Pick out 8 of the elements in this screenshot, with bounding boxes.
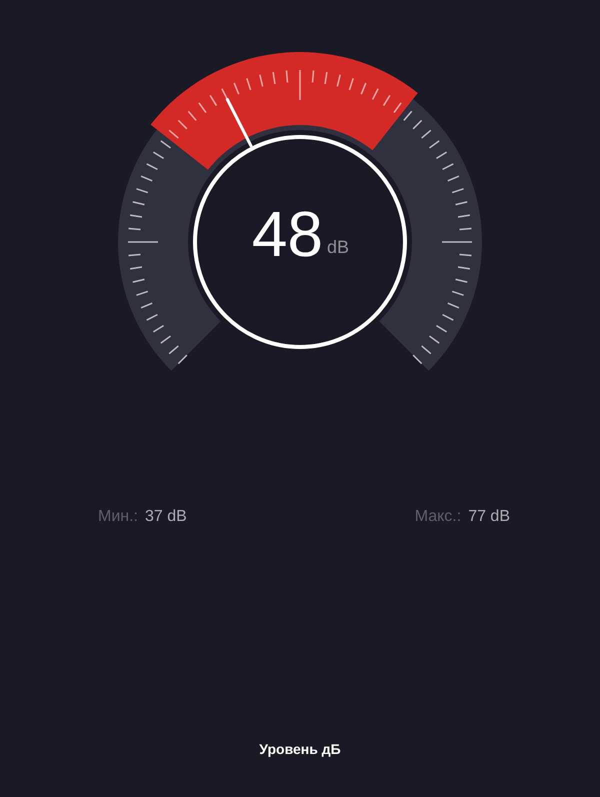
needle	[226, 98, 252, 148]
stat-label: Мин.:	[98, 508, 138, 526]
stat-label: Макс.:	[414, 508, 462, 526]
reading-value: 48	[252, 198, 323, 270]
stat-value: 37 dB	[145, 508, 187, 526]
reading-unit: dB	[327, 237, 350, 257]
footer-title: Уровень дБ	[259, 741, 341, 757]
stat-value: 77 dB	[468, 508, 510, 526]
